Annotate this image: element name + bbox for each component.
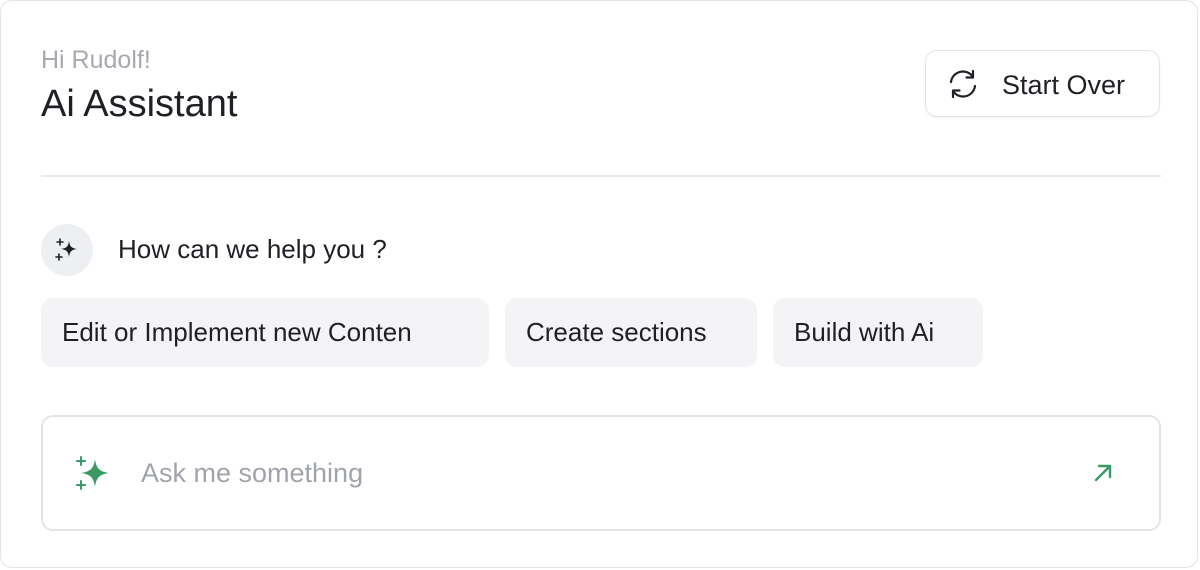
- sparkles-icon: [76, 456, 109, 490]
- ask-input[interactable]: [141, 455, 1041, 491]
- suggestion-chip-edit-content[interactable]: Edit or Implement new Conten: [41, 298, 489, 367]
- help-prompt: How can we help you ?: [118, 234, 387, 264]
- start-over-label: Start Over: [1002, 70, 1126, 100]
- ask-box: [41, 415, 1161, 531]
- greeting-text: Hi Rudolf!: [41, 46, 151, 74]
- help-badge: [41, 224, 93, 276]
- ai-assistant-card: Hi Rudolf! Ai Assistant Start Over How c…: [0, 0, 1198, 568]
- sparkles-icon: [55, 238, 77, 261]
- header-divider: [41, 175, 1161, 177]
- suggestion-chip-create-sections[interactable]: Create sections: [505, 298, 757, 367]
- arrow-up-right-icon[interactable]: [1089, 459, 1117, 487]
- page-title: Ai Assistant: [41, 83, 238, 125]
- suggestion-chip-build-with-ai[interactable]: Build with Ai: [773, 298, 983, 367]
- refresh-icon: [949, 69, 977, 99]
- start-over-button[interactable]: Start Over: [925, 50, 1160, 117]
